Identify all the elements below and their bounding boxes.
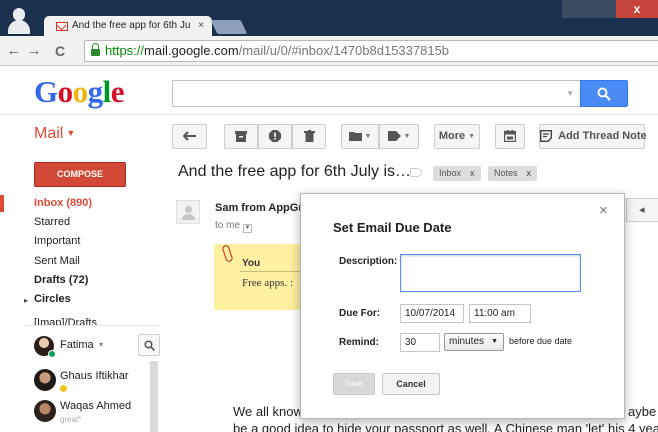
label-tag-icon: [387, 131, 401, 142]
window-maximize-button[interactable]: [590, 0, 616, 18]
chat-contact-name[interactable]: Waqas Ahmed: [60, 400, 131, 412]
chevron-down-icon: ▼: [403, 133, 411, 140]
chevron-down-icon: ▼: [468, 133, 476, 140]
reload-icon[interactable]: C: [50, 41, 70, 61]
archive-icon: [235, 130, 247, 142]
online-status-icon: [48, 350, 56, 358]
expand-arrow-icon[interactable]: ▸: [24, 296, 28, 305]
delete-button[interactable]: [292, 124, 326, 149]
browser-profile-icon[interactable]: [8, 8, 30, 34]
move-to-button[interactable]: ▼: [341, 124, 379, 149]
browser-toolbar: ← → C https://mail.google.com/mail/u/0/#…: [0, 36, 658, 66]
arrow-left-icon: [182, 131, 196, 141]
remind-label: Remind:: [339, 337, 379, 348]
remove-label-icon[interactable]: x: [470, 168, 475, 178]
remind-amount-input[interactable]: [400, 333, 440, 352]
reply-button[interactable]: ◂: [626, 198, 658, 222]
report-spam-button[interactable]: [258, 124, 292, 149]
note-author: You: [242, 258, 261, 269]
trash-icon: [303, 130, 315, 143]
dialog-title: Set Email Due Date: [333, 220, 452, 235]
sidebar-item-inbox[interactable]: Inbox (890): [34, 197, 92, 209]
calendar-icon: [503, 130, 517, 143]
sidebar-item-important[interactable]: Important: [34, 235, 80, 247]
search-input[interactable]: [173, 81, 553, 106]
labels-button[interactable]: ▼: [379, 124, 419, 149]
chevron-down-icon: ▼: [364, 133, 372, 140]
browser-tab-active[interactable]: And the free app for 6th Ju ×: [44, 16, 212, 36]
remind-unit-select[interactable]: minutes ▼: [444, 333, 504, 351]
forward-arrow-icon[interactable]: →: [24, 41, 44, 61]
description-input[interactable]: [400, 254, 581, 292]
message-body-line-right: aybe it: [628, 404, 658, 419]
header-divider: [0, 114, 658, 115]
due-time-input[interactable]: [469, 304, 531, 323]
compose-button[interactable]: COMPOSE: [34, 162, 126, 187]
sidebar-item-drafts[interactable]: Drafts (72): [34, 274, 88, 286]
chat-contact-name[interactable]: Ghaus Iftikhar: [60, 370, 128, 382]
chevron-down-icon: ▼: [491, 338, 498, 345]
save-button[interactable]: Save: [333, 373, 375, 395]
more-button[interactable]: More ▼: [434, 124, 480, 149]
sidebar-item-starred[interactable]: Starred: [34, 216, 70, 228]
sidebar-item-circles[interactable]: Circles: [34, 293, 71, 305]
label-important-icon[interactable]: [410, 168, 422, 177]
remove-label-icon[interactable]: x: [527, 168, 532, 178]
thread-subject: And the free app for 6th July is…: [178, 163, 412, 180]
google-logo[interactable]: Google: [34, 75, 125, 109]
due-for-label: Due For:: [339, 308, 381, 319]
gmail-favicon-icon: [56, 22, 68, 31]
url-text: https://mail.google.com/mail/u/0/#inbox/…: [105, 43, 450, 58]
close-icon[interactable]: ×: [599, 202, 608, 219]
back-to-inbox-button[interactable]: [172, 124, 207, 149]
address-bar[interactable]: https://mail.google.com/mail/u/0/#inbox/…: [84, 40, 658, 62]
tab-title: And the free app for 6th Ju: [72, 20, 191, 31]
lock-icon: [91, 43, 100, 56]
sender-avatar: [176, 200, 200, 224]
cancel-button[interactable]: Cancel: [382, 373, 440, 395]
note-body: Free apps. :: [242, 277, 294, 289]
label-chip-inbox[interactable]: Inbox x: [433, 166, 481, 181]
chat-search-button[interactable]: [138, 334, 160, 356]
avatar[interactable]: [34, 369, 56, 391]
window-minimize-button[interactable]: [562, 0, 590, 18]
message-body-line: We all know: [233, 404, 303, 419]
chat-me-menu[interactable]: Fatima ▼: [60, 339, 105, 351]
search-icon: [597, 87, 611, 101]
active-nav-indicator: [0, 195, 4, 212]
search-options-dropdown-icon[interactable]: ▼: [566, 89, 574, 98]
mail-menu-button[interactable]: Mail ▼: [34, 125, 75, 143]
folder-icon: [348, 132, 362, 142]
avatar[interactable]: [34, 400, 56, 422]
mood-icon: [60, 385, 67, 392]
new-tab-button[interactable]: [210, 20, 248, 34]
chevron-down-icon[interactable]: ▼: [243, 224, 253, 233]
description-label: Description:: [339, 256, 398, 267]
reply-arrow-icon: ◂: [639, 204, 645, 216]
chevron-down-icon: ▼: [97, 342, 105, 349]
sidebar-item-sent-mail[interactable]: Sent Mail: [34, 255, 80, 267]
remind-suffix: before due date: [509, 336, 573, 346]
chevron-down-icon: ▼: [66, 128, 76, 138]
search-button[interactable]: [580, 80, 628, 107]
chat-contact-status: great*: [60, 415, 82, 424]
search-box[interactable]: ▼: [172, 80, 580, 107]
search-icon: [144, 340, 155, 351]
tab-close-icon[interactable]: ×: [198, 16, 204, 36]
calendar-button[interactable]: [495, 124, 525, 149]
chat-scrollbar[interactable]: [150, 361, 158, 432]
recipient-details[interactable]: to me ▼: [215, 220, 253, 233]
sender-name[interactable]: Sam from AppGr: [215, 202, 303, 214]
note-icon: [540, 130, 552, 143]
due-date-input[interactable]: [400, 304, 464, 323]
back-arrow-icon[interactable]: ←: [4, 41, 24, 61]
window-close-button[interactable]: x: [616, 0, 658, 18]
add-thread-note-button[interactable]: Add Thread Note: [539, 124, 647, 149]
browser-tab-strip: And the free app for 6th Ju × x: [0, 0, 658, 36]
archive-button[interactable]: [224, 124, 258, 149]
label-chip-notes[interactable]: Notes x: [488, 166, 538, 181]
spam-icon: [269, 130, 281, 143]
message-body-line: be a good idea to hide your passport as …: [233, 421, 658, 432]
